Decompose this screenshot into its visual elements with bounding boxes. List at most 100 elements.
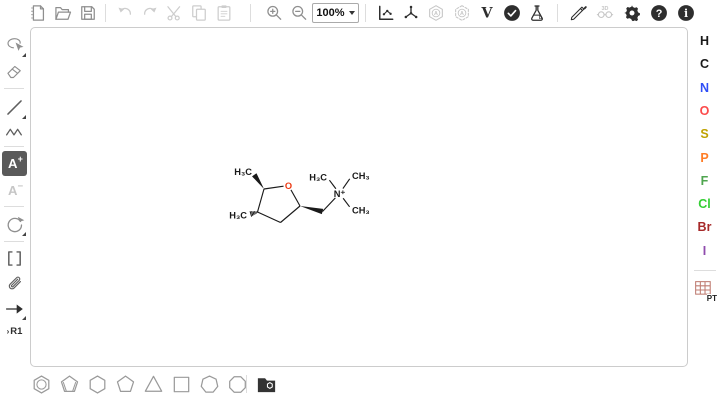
bond-single-button[interactable] <box>2 95 27 120</box>
bond-single[interactable] <box>258 212 281 223</box>
charge-minus-icon: A− <box>4 180 25 201</box>
atom-n-button[interactable]: N <box>689 78 720 98</box>
new-document-icon <box>28 3 48 23</box>
aromatize-button[interactable]: A <box>424 1 448 25</box>
transform-rotate-button[interactable] <box>2 212 27 237</box>
cut-button <box>163 1 187 25</box>
chain-button[interactable] <box>2 119 27 144</box>
atom-label[interactable]: CH₃ <box>352 171 370 181</box>
bond-hash[interactable] <box>250 211 258 216</box>
template-library-button[interactable] <box>254 372 278 396</box>
miniature-3d-button[interactable]: 3D <box>593 1 617 25</box>
cyclopentadiene-template-button[interactable] <box>57 372 81 396</box>
rgroup-label-text: ›R1 <box>7 326 23 337</box>
calculate-cip-button[interactable]: V <box>475 1 499 25</box>
reaction-arrow-button[interactable] <box>2 296 27 321</box>
atom-s-button[interactable]: S <box>689 124 720 144</box>
paste-button <box>212 1 236 25</box>
template-library-icon <box>255 373 278 396</box>
atom-label[interactable]: O <box>285 181 292 191</box>
rgroup-label: R1 <box>10 326 22 337</box>
redo-button <box>138 1 162 25</box>
attach-button[interactable] <box>2 271 27 296</box>
cyclobutane-template-button[interactable] <box>169 372 193 396</box>
clean-up-button[interactable] <box>399 1 423 25</box>
paperclip-icon <box>4 273 25 294</box>
atom-br-button[interactable]: Br <box>689 217 720 237</box>
atom-f-button[interactable]: F <box>689 171 720 191</box>
svg-text:b: b <box>539 15 542 21</box>
atom-label[interactable]: N⁺ <box>334 189 346 199</box>
open-folder-icon <box>53 3 73 23</box>
copy-icon <box>189 3 209 23</box>
toolbar-divider <box>365 4 366 22</box>
layout-icon <box>376 3 396 23</box>
cyclopropane-template-button[interactable] <box>141 372 165 396</box>
atom-c-button[interactable]: C <box>689 54 720 74</box>
bond-single[interactable] <box>281 206 301 223</box>
svg-text:i: i <box>684 7 688 20</box>
check-structure-button[interactable] <box>500 1 524 25</box>
cyclopentane-template-button[interactable] <box>113 372 137 396</box>
atom-cl-button[interactable]: Cl <box>689 194 720 214</box>
bond-wedge[interactable] <box>252 173 264 189</box>
atom-palette: HCNOSPF Cl Br I PT <box>689 27 720 400</box>
new-button[interactable] <box>26 1 50 25</box>
bond-single[interactable] <box>264 186 284 189</box>
about-button[interactable]: i <box>674 1 698 25</box>
svg-text:+: + <box>18 154 23 164</box>
recognize-button[interactable] <box>566 1 590 25</box>
bond-single[interactable] <box>258 189 265 212</box>
zoom-out-button[interactable] <box>287 1 311 25</box>
charge-plus-button[interactable]: A+ <box>2 151 27 176</box>
panel-divider <box>694 270 716 271</box>
toolbar-divider <box>4 241 24 242</box>
periodic-table-button[interactable]: PT <box>692 278 717 303</box>
sgroup-button[interactable] <box>2 246 27 271</box>
settings-button[interactable] <box>620 1 644 25</box>
save-button[interactable] <box>76 1 100 25</box>
charge-plus-icon: A+ <box>4 153 25 174</box>
charge-minus-button[interactable]: A− <box>2 178 27 203</box>
atom-i-button[interactable]: I <box>689 241 720 261</box>
cyclopropane-icon <box>142 373 165 396</box>
zoom-select-dropdown[interactable]: 100% <box>312 3 359 23</box>
atom-h-button[interactable]: H <box>689 31 720 51</box>
rgroup-label-button[interactable]: ›R1 <box>2 319 27 344</box>
undo-button <box>113 1 137 25</box>
drawing-canvas[interactable]: O H₃C H₃C N⁺ H₃C CH₃ CH₃ <box>30 27 688 367</box>
bond-single[interactable] <box>291 190 300 206</box>
atom-label[interactable]: H₃C <box>229 210 247 220</box>
periodic-table-label: PT <box>707 294 717 303</box>
atom-label[interactable]: CH₃ <box>352 205 370 215</box>
bond-single[interactable] <box>329 180 335 189</box>
miniature-3d-icon: 3D <box>595 3 615 23</box>
calculated-values-button[interactable]: b <box>525 1 549 25</box>
open-button[interactable] <box>51 1 75 25</box>
left-toolbar: A+ A− ›R1 <box>0 27 30 400</box>
bond-wedge[interactable] <box>300 206 323 214</box>
bond-single[interactable] <box>343 198 349 207</box>
cyclohexane-template-button[interactable] <box>85 372 109 396</box>
layout-button[interactable] <box>374 1 398 25</box>
top-toolbar: 100%AAVb3D?i <box>0 0 720 27</box>
save-icon <box>78 3 98 23</box>
help-button[interactable]: ? <box>647 1 671 25</box>
check-structure-icon <box>502 3 522 23</box>
erase-button[interactable] <box>2 58 27 83</box>
chain-icon <box>4 121 25 142</box>
aromatize-icon: A <box>426 3 446 23</box>
benzene-template-button[interactable] <box>29 372 53 396</box>
atom-label[interactable]: H₃C <box>309 172 327 182</box>
zoom-in-button[interactable] <box>262 1 286 25</box>
cycloheptane-template-button[interactable] <box>197 372 221 396</box>
atom-o-button[interactable]: O <box>689 101 720 121</box>
cyclobutane-icon <box>170 373 193 396</box>
bond-single[interactable] <box>343 179 350 189</box>
atom-label[interactable]: H₃C <box>234 167 252 177</box>
dearomatize-button[interactable]: A <box>450 1 474 25</box>
select-lasso-button[interactable] <box>2 33 27 58</box>
bond-single[interactable] <box>323 198 336 212</box>
atom-p-button[interactable]: P <box>689 148 720 168</box>
copy-button <box>187 1 211 25</box>
